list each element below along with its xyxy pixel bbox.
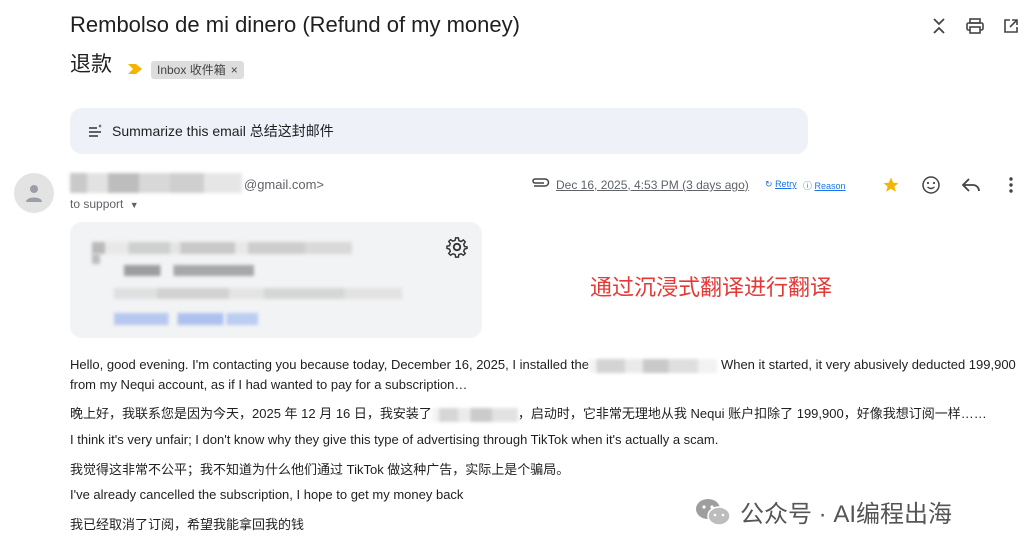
print-icon[interactable] <box>963 14 987 38</box>
reason-link[interactable]: ⓘ Reason <box>803 179 846 192</box>
watermark: 公众号 · AI编程出海 <box>694 494 952 529</box>
info-icon: ⓘ <box>803 181 813 191</box>
retry-link[interactable]: ↻ Retry <box>765 179 797 190</box>
inbox-label-chip[interactable]: Inbox 收件箱 × <box>151 61 244 79</box>
wechat-logo-icon <box>696 498 731 526</box>
body-paragraph-1-line-1: Hello, good evening. I'm contacting you … <box>70 357 1016 373</box>
sender-avatar[interactable] <box>14 173 54 213</box>
translation-annotation: 通过沉浸式翻译进行翻译 <box>590 275 833 300</box>
summarize-icon <box>89 124 102 137</box>
watermark-text: 公众号 · AI编程出海 <box>740 501 953 528</box>
body-paragraph-3: I've already cancelled the subscription,… <box>70 487 464 502</box>
attachment-clip-icon <box>532 178 550 187</box>
to-line-text: to support <box>70 197 124 211</box>
summarize-label: Summarize this email 总结这封邮件 <box>112 123 334 139</box>
more-vert-icon[interactable] <box>999 173 1023 197</box>
star-icon[interactable] <box>879 173 903 197</box>
sender-name-redacted <box>70 173 242 193</box>
summarize-email-button[interactable]: Summarize this email 总结这封邮件 <box>70 108 808 154</box>
redacted-content-card <box>70 222 482 338</box>
reply-icon[interactable] <box>959 173 983 197</box>
email-subject: Rembolso de mi dinero (Refund of my mone… <box>70 12 520 37</box>
email-date: Dec 16, 2025, 4:53 PM (3 days ago) <box>556 178 749 192</box>
gear-icon[interactable] <box>446 236 468 263</box>
body-paragraph-2-translation: 我觉得这非常不公平；我不知道为什么他们通过 TikTok 做这种广告，实际上是个… <box>70 462 570 477</box>
body-paragraph-3-translation: 我已经取消了订阅，希望我能拿回我的钱 <box>70 517 305 532</box>
body-paragraph-1-translation: 晚上好，我联系您是因为今天，2025 年 12 月 16 日，我安装了 ，启动时，… <box>70 406 987 422</box>
remove-label-icon[interactable]: × <box>231 61 238 79</box>
important-marker-icon[interactable] <box>127 63 143 75</box>
email-subject-translation: 退款 <box>70 53 112 76</box>
person-icon <box>26 185 42 202</box>
app-name-redacted <box>588 358 717 373</box>
caret-down-icon: ▼ <box>129 200 139 210</box>
body-paragraph-1-line-2: from my Nequi account, as if I had wante… <box>70 377 468 392</box>
recipient-details-toggle[interactable]: to support ▼ <box>70 197 139 211</box>
open-in-new-window-icon[interactable] <box>999 14 1023 38</box>
inbox-label-text: Inbox 收件箱 <box>157 63 226 77</box>
emoji-reaction-icon[interactable] <box>919 173 943 197</box>
app-name-redacted-zh <box>431 407 518 422</box>
sender-email-domain: @gmail.com> <box>244 177 325 192</box>
retry-icon: ↻ <box>765 179 773 189</box>
collapse-icon[interactable] <box>927 14 951 38</box>
body-paragraph-2: I think it's very unfair; I don't know w… <box>70 432 719 447</box>
